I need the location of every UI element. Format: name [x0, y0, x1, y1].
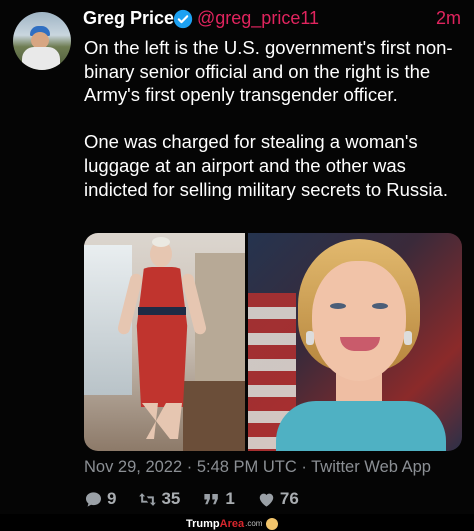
- media-grid[interactable]: [84, 233, 462, 451]
- reply-count: 9: [107, 489, 117, 508]
- tweet-paragraph: One was charged for stealing a woman's l…: [84, 131, 448, 200]
- like-count: 76: [279, 489, 299, 508]
- quote-button[interactable]: 1: [202, 489, 235, 509]
- watermark-logo-icon: [266, 517, 279, 530]
- quote-icon: [204, 493, 219, 504]
- tweet-paragraph: On the left is the U.S. government's fir…: [84, 37, 453, 106]
- action-bar: 9 35 1 76: [84, 488, 321, 510]
- photo-right[interactable]: [248, 233, 462, 451]
- tweet-card[interactable]: Greg Price @greg_price11 2m On the left …: [0, 0, 474, 514]
- retweet-icon: [139, 492, 157, 506]
- author-name[interactable]: Greg Price: [83, 8, 174, 29]
- like-button[interactable]: 76: [257, 489, 299, 509]
- avatar[interactable]: [13, 12, 71, 70]
- tweet-timestamp[interactable]: Nov 29, 2022 · 5:48 PM UTC · Twitter Web…: [84, 458, 431, 477]
- reply-button[interactable]: 9: [84, 489, 116, 509]
- heart-icon: [259, 493, 274, 507]
- watermark: Trump Area .com: [186, 516, 279, 531]
- retweet-count: 35: [161, 489, 181, 508]
- quote-count: 1: [225, 489, 235, 508]
- photo-left[interactable]: [84, 233, 245, 451]
- retweet-button[interactable]: 35: [138, 489, 180, 509]
- reply-icon: [85, 491, 102, 507]
- time-ago[interactable]: 2m: [436, 8, 461, 29]
- author-handle[interactable]: @greg_price11: [197, 8, 319, 29]
- verified-badge-icon: [173, 9, 193, 29]
- tweet-text: On the left is the U.S. government's fir…: [84, 36, 464, 225]
